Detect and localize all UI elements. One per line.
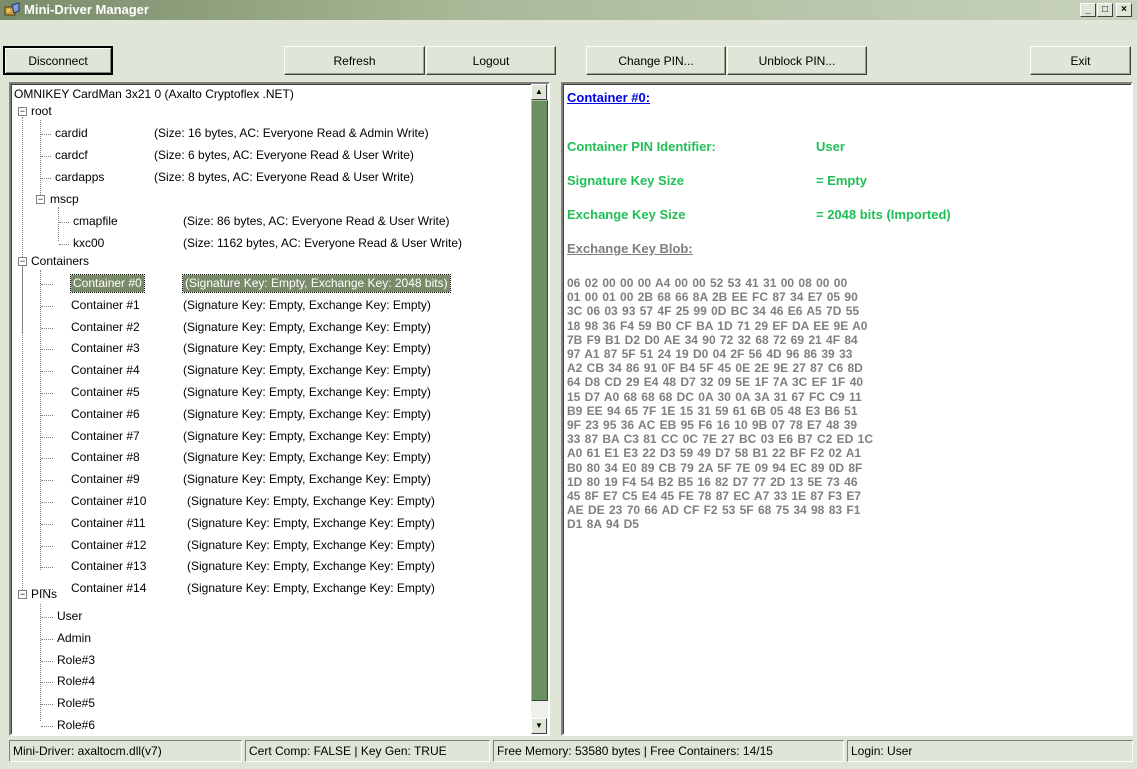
logout-label: Logout [472, 53, 510, 68]
maximize-icon: □ [1101, 4, 1109, 15]
container-node-2[interactable]: Container #2 [71, 319, 140, 336]
container-node-13-info[interactable]: (Signature Key: Empty, Exchange Key: Emp… [187, 558, 435, 575]
container-node-1[interactable]: Container #1 [71, 297, 140, 314]
close-icon: × [1121, 4, 1127, 15]
tree-scrollbar[interactable]: ▲ ▼ [531, 84, 548, 734]
container-node-11-info[interactable]: (Signature Key: Empty, Exchange Key: Emp… [187, 515, 435, 532]
status-login: Login: User [847, 740, 1133, 762]
collapse-mscp-icon[interactable]: − [36, 195, 45, 204]
container-node-5-info[interactable]: (Signature Key: Empty, Exchange Key: Emp… [183, 384, 431, 401]
signature-size-label: Signature Key Size [567, 173, 685, 188]
scroll-up-button[interactable]: ▲ [531, 84, 547, 100]
container-node-9-info[interactable]: (Signature Key: Empty, Exchange Key: Emp… [183, 471, 431, 488]
minimize-button[interactable]: _ [1080, 3, 1096, 17]
exit-button[interactable]: Exit [1030, 46, 1131, 75]
exchange-size-label: Exchange Key Size [567, 207, 686, 222]
container-node-5[interactable]: Container #5 [71, 384, 140, 401]
container-node-3[interactable]: Container #3 [71, 340, 140, 357]
container-node-11[interactable]: Container #11 [71, 515, 146, 532]
container-node-7[interactable]: Container #7 [71, 428, 140, 445]
container-node-12-info[interactable]: (Signature Key: Empty, Exchange Key: Emp… [187, 537, 435, 554]
exit-label: Exit [1070, 53, 1091, 68]
status-driver: Mini-Driver: axaltocm.dll(v7) [9, 740, 242, 762]
refresh-label: Refresh [333, 53, 376, 68]
title-bar[interactable]: Mini-Driver Manager _ □ × [0, 0, 1137, 20]
disconnect-label: Disconnect [28, 53, 88, 68]
container-node-10[interactable]: Container #10 [71, 493, 146, 510]
file-node-cardid[interactable]: cardid [55, 125, 88, 142]
pin-identifier-value: User [816, 139, 845, 154]
collapse-containers-icon[interactable]: − [18, 257, 27, 266]
pin-node-role6[interactable]: Role#6 [57, 717, 95, 734]
container-heading: Container #0: [567, 90, 651, 105]
file-node-cmapfile-info[interactable]: (Size: 86 bytes, AC: Everyone Read & Use… [183, 213, 450, 230]
status-memory: Free Memory: 53580 bytes | Free Containe… [493, 740, 844, 762]
file-node-cardid-info[interactable]: (Size: 16 bytes, AC: Everyone Read & Adm… [154, 125, 429, 142]
logout-button[interactable]: Logout [426, 46, 556, 75]
signature-size-value: = Empty [816, 173, 867, 188]
container-node-10-info[interactable]: (Signature Key: Empty, Exchange Key: Emp… [187, 493, 435, 510]
container-node-2-info[interactable]: (Signature Key: Empty, Exchange Key: Emp… [183, 319, 431, 336]
file-node-cardapps-info[interactable]: (Size: 8 bytes, AC: Everyone Read & User… [154, 169, 414, 186]
file-node-cardcf[interactable]: cardcf [55, 147, 88, 164]
pin-identifier-label: Container PIN Identifier: [567, 139, 716, 154]
exchange-size-value: = 2048 bits (Imported) [816, 207, 951, 222]
container-node-8[interactable]: Container #8 [71, 449, 140, 466]
root-node[interactable]: root [31, 103, 52, 120]
container-node-3-info[interactable]: (Signature Key: Empty, Exchange Key: Emp… [183, 340, 431, 357]
unblock-pin-button[interactable]: Unblock PIN... [727, 46, 867, 75]
container-node-9[interactable]: Container #9 [71, 471, 140, 488]
mscp-node[interactable]: mscp [50, 191, 79, 208]
container-node-6[interactable]: Container #6 [71, 406, 140, 423]
window-title: Mini-Driver Manager [24, 2, 149, 17]
container-node-4[interactable]: Container #4 [71, 362, 140, 379]
pin-node-role4[interactable]: Role#4 [57, 673, 95, 690]
file-node-cardapps[interactable]: cardapps [55, 169, 104, 186]
minimize-icon: _ [1085, 4, 1091, 15]
disconnect-button[interactable]: Disconnect [3, 46, 113, 75]
file-node-kxc00[interactable]: kxc00 [73, 235, 104, 252]
refresh-button[interactable]: Refresh [284, 46, 425, 75]
pin-node-role5[interactable]: Role#5 [57, 695, 95, 712]
container-node-14[interactable]: Container #14 [71, 580, 146, 597]
file-node-kxc00-info[interactable]: (Size: 1162 bytes, AC: Everyone Read & U… [183, 235, 462, 252]
containers-node[interactable]: Containers [31, 253, 89, 270]
arrow-down-icon: ▼ [535, 721, 543, 730]
container-node-0[interactable]: Container #0 [70, 274, 145, 293]
exchange-key-blob: 06 02 00 00 00 A4 00 00 52 53 41 31 00 0… [567, 276, 874, 532]
unblock-pin-label: Unblock PIN... [758, 53, 836, 68]
maximize-button[interactable]: □ [1097, 3, 1113, 17]
main-window: Mini-Driver Manager _ □ × Disconnect Ref… [0, 0, 1137, 769]
reader-node[interactable]: OMNIKEY CardMan 3x21 0 (Axalto Cryptofle… [14, 86, 294, 103]
details-panel[interactable]: Container #0: Container PIN Identifier: … [561, 82, 1133, 736]
status-cert: Cert Comp: FALSE | Key Gen: TRUE [245, 740, 490, 762]
pin-node-admin[interactable]: Admin [57, 630, 91, 647]
scroll-thumb[interactable] [531, 100, 548, 701]
container-node-0-info[interactable]: (Signature Key: Empty, Exchange Key: 204… [182, 274, 451, 293]
pin-node-role3[interactable]: Role#3 [57, 652, 95, 669]
change-pin-button[interactable]: Change PIN... [586, 46, 726, 75]
container-node-13[interactable]: Container #13 [71, 558, 146, 575]
card-tree: OMNIKEY CardMan 3x21 0 (Axalto Cryptofle… [11, 84, 531, 734]
container-node-8-info[interactable]: (Signature Key: Empty, Exchange Key: Emp… [183, 449, 431, 466]
change-pin-label: Change PIN... [618, 53, 694, 68]
arrow-up-icon: ▲ [535, 87, 543, 96]
pin-node-user[interactable]: User [57, 608, 82, 625]
container-node-6-info[interactable]: (Signature Key: Empty, Exchange Key: Emp… [183, 406, 431, 423]
card-tree-panel[interactable]: OMNIKEY CardMan 3x21 0 (Axalto Cryptofle… [9, 82, 550, 736]
container-node-1-info[interactable]: (Signature Key: Empty, Exchange Key: Emp… [183, 297, 431, 314]
collapse-root-icon[interactable]: − [18, 107, 27, 116]
file-node-cmapfile[interactable]: cmapfile [73, 213, 118, 230]
close-button[interactable]: × [1116, 3, 1132, 17]
container-node-4-info[interactable]: (Signature Key: Empty, Exchange Key: Emp… [183, 362, 431, 379]
toolbar: Disconnect Refresh Logout Change PIN... … [0, 20, 1137, 76]
exchange-blob-label: Exchange Key Blob: [567, 241, 693, 256]
container-node-12[interactable]: Container #12 [71, 537, 146, 554]
file-node-cardcf-info[interactable]: (Size: 6 bytes, AC: Everyone Read & User… [154, 147, 414, 164]
container-node-14-info[interactable]: (Signature Key: Empty, Exchange Key: Emp… [187, 580, 435, 597]
app-card-icon [4, 2, 20, 16]
scroll-down-button[interactable]: ▼ [531, 718, 547, 734]
container-node-7-info[interactable]: (Signature Key: Empty, Exchange Key: Emp… [183, 428, 431, 445]
collapse-pins-icon[interactable]: − [18, 590, 27, 599]
